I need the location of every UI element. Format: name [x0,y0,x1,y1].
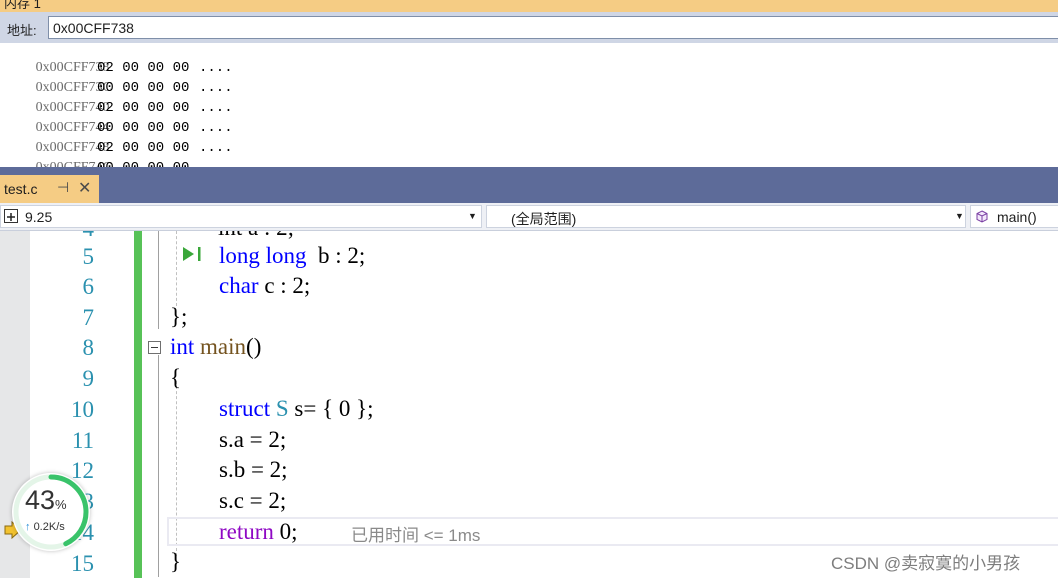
memory-window-title: 内存 1 [4,0,41,11]
memory-row-ascii: .... [199,140,233,156]
watermark: CSDN @卖寂寞的小男孩 [831,554,1021,573]
code-line: s.a = 2; [219,427,287,452]
run-to-click-icon[interactable] [182,246,204,262]
code-text: s= { 0 }; [288,396,374,421]
line-number: 7 [82,305,95,330]
upload-arrow-icon: ↑ [25,521,31,533]
keyword: char [219,273,259,298]
keyword: return [219,519,274,544]
scope-dropdown[interactable]: (全局范围) ▼ [486,205,966,228]
code-text: b : 2; [306,243,366,268]
keyword: struct [219,396,271,421]
memory-row-bytes: 02 00 00 00 [97,100,190,116]
memory-row: 0x00CFF748 02 00 00 00.... [2,124,233,156]
scope-name: (全局范围) [511,211,577,227]
code-line: s.b = 2; [219,457,288,482]
code-line: int main() [170,332,261,362]
project-name: 9.25 [25,209,53,225]
code-line: char c : 2; [219,271,310,301]
collapse-toggle-icon[interactable] [148,341,161,354]
code-text: c : 2; [258,273,311,298]
line-number: 11 [71,428,94,453]
address-label: 地址: [7,23,37,38]
line-number: 10 [71,397,94,422]
line-number: 9 [82,366,95,391]
function-name: main [200,334,247,359]
memory-row: 0x00CFF738 02 00 00 00.... [2,44,233,76]
percent-value: 43 [25,485,56,515]
current-line-highlight [167,517,1058,546]
percent-unit: % [55,497,67,512]
function-cube-icon [976,210,988,223]
widget-speed: ↑ 0.2K/s [25,521,65,533]
line-number: 15 [71,551,94,576]
tab-label: test.c [4,181,38,197]
outline-line [158,231,159,329]
change-tracking-bar [134,231,142,578]
memory-row-bytes: 00 00 00 00 [97,120,190,136]
memory-row-ascii: .... [199,100,233,116]
keyword: int [170,334,195,359]
line-number: 6 [82,274,95,299]
code-line: s.c = 2; [219,488,287,513]
outline-line [158,355,159,577]
struct-guide-line [176,231,177,306]
memory-window-title-bar[interactable]: 内存 1 [0,0,1058,12]
project-dropdown[interactable]: 9.25 ▼ [0,205,482,228]
memory-row: 0x00CFF73C 00 00 00 00.... [2,64,233,96]
pin-icon[interactable]: ⊣ [57,179,69,196]
memory-row: 0x00CFF744 00 00 00 00.... [2,104,233,136]
memory-row: 0x00CFF74C00 00 00 00.... [2,144,233,176]
address-bar: 地址: [0,12,1058,43]
project-icon [4,209,18,223]
code-editor[interactable]: 4 5 6 7 8 9 10 11 12 13 14 15 int a : 2;… [0,231,1058,578]
code-line: struct S s= { 0 }; [219,394,374,424]
tab-test-c[interactable]: test.c ⊣ ✕ [0,175,99,203]
member-name: main() [997,209,1037,225]
code-line: } [170,549,182,574]
editor-tab-strip: test.c ⊣ ✕ [0,167,1058,203]
memory-row-ascii: .... [199,80,233,96]
member-dropdown[interactable]: main() [970,205,1058,228]
speed-value: 0.2K/s [33,521,65,533]
keyword: long [265,243,307,268]
chevron-down-icon: ▼ [468,211,477,221]
code-line: }; [170,304,188,329]
navigation-bar: 9.25 ▼ (全局范围) ▼ main() [0,203,1058,231]
keyword: long [219,243,260,268]
line-number: 5 [82,244,95,269]
memory-row-ascii: .... [199,120,233,136]
close-icon[interactable]: ✕ [78,178,91,198]
type-name: S [275,396,289,421]
code-line: return 0; [219,517,298,547]
speed-widget[interactable]: 43% ↑ 0.2K/s [12,473,90,551]
memory-row-bytes: 00 00 00 00 [97,80,190,96]
memory-dump[interactable]: 0x00CFF738 02 00 00 00.... 0x00CFF73C 00 0… [0,43,1058,176]
memory-row-ascii: .... [199,60,233,76]
line-number: 8 [82,335,95,360]
widget-percent: 43% [25,485,67,516]
code-text: 0; [273,519,298,544]
chevron-down-icon: ▼ [955,211,964,221]
code-line: long long b : 2; [219,241,365,271]
code-line: { [170,365,182,390]
address-input[interactable] [48,16,1058,39]
code-text: () [246,334,262,359]
memory-row: 0x00CFF740 02 00 00 00.... [2,84,233,116]
elapsed-time-hint: 已用时间 <= 1ms [351,526,481,545]
